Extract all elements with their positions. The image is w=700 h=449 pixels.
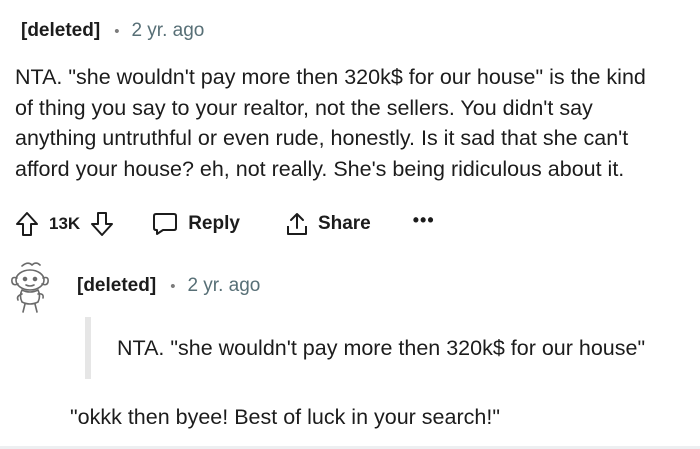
header-separator: • [170, 277, 176, 295]
downvote-button[interactable] [90, 211, 114, 237]
comment-author[interactable]: [deleted] [21, 20, 100, 42]
downvote-arrow-icon [90, 211, 114, 237]
more-options-button[interactable]: ••• [412, 210, 435, 233]
share-upload-icon [285, 211, 309, 237]
blockquote-text: NTA. "she wouldn't pay more then 320k$ f… [117, 335, 646, 360]
snoo-avatar-icon[interactable] [8, 260, 54, 314]
reply-blockquote: NTA. "she wouldn't pay more then 320k$ f… [85, 317, 645, 379]
reply-timestamp[interactable]: 2 yr. ago [187, 275, 260, 297]
reply-author[interactable]: [deleted] [77, 275, 156, 297]
more-options-icon: ••• [412, 210, 435, 230]
share-label: Share [317, 213, 371, 234]
reply-body: "okkk then byee! Best of luck in your se… [70, 405, 500, 429]
header-separator: • [114, 22, 120, 40]
comment-body-line: NTA. "she wouldn't pay more then 320k$ f… [15, 65, 646, 89]
upvote-arrow-icon [15, 211, 39, 237]
reply-header: [deleted] • 2 yr. ago [77, 275, 260, 297]
upvote-button[interactable] [15, 211, 39, 237]
comment-action-bar: 13K Reply Share ••• [15, 206, 435, 242]
reply-label: Reply [188, 213, 240, 234]
share-button[interactable]: Share [285, 211, 371, 237]
comment-body-line: anything untruthful or even rude, honest… [15, 126, 629, 150]
speech-bubble-icon [152, 212, 178, 236]
comment-header: [deleted] • 2 yr. ago [21, 20, 204, 42]
comment-body-line: of thing you say to your realtor, not th… [15, 95, 593, 120]
comment-body: NTA. "she wouldn't pay more then 320k$ f… [15, 62, 693, 184]
comment-thread: [deleted] • 2 yr. ago NTA. "she wouldn't… [0, 0, 700, 449]
comment-body-line: afford your house? eh, not really. She's… [15, 156, 625, 181]
vote-score: 13K [49, 214, 81, 233]
comment-timestamp[interactable]: 2 yr. ago [131, 20, 204, 42]
reply-button[interactable]: Reply [152, 212, 240, 236]
